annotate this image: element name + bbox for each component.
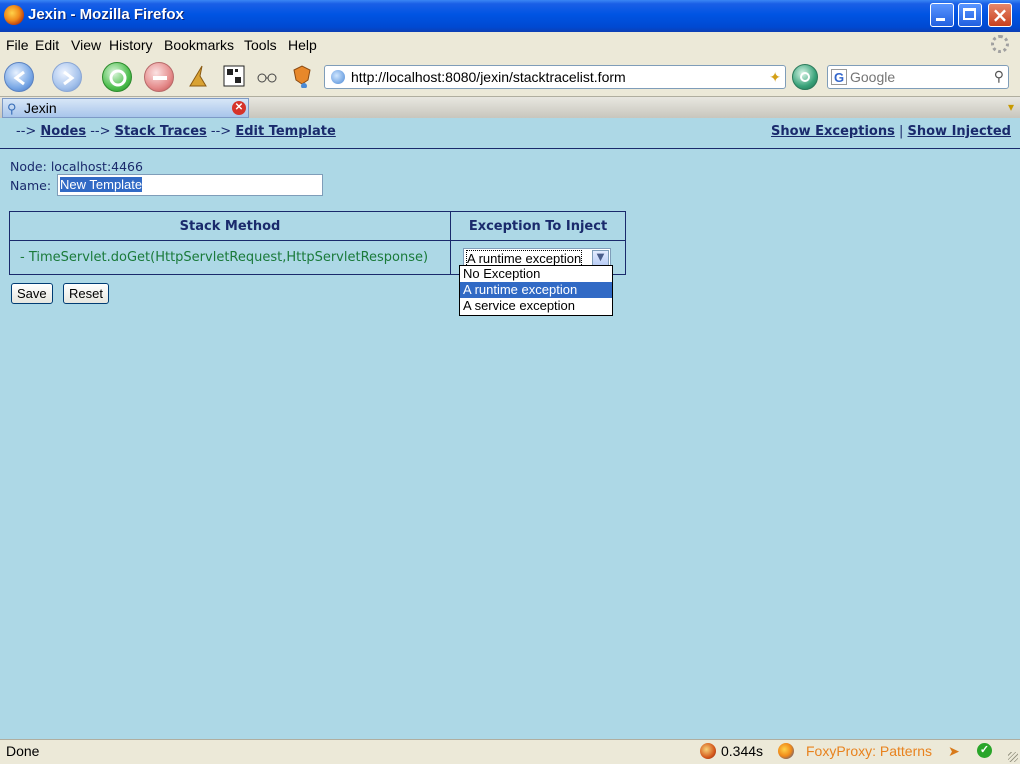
- page-icon: ⚲: [7, 101, 17, 116]
- breadcrumb-link-nodes[interactable]: Nodes: [40, 124, 86, 139]
- browser-window: Jexin - Mozilla Firefox × File Edit View…: [0, 0, 1020, 764]
- name-input-value: New Template: [60, 177, 143, 192]
- exception-dropdown-list: No Exception A runtime exception A servi…: [459, 265, 613, 316]
- name-label: Name:: [10, 178, 52, 193]
- foxyproxy-fox-icon[interactable]: ➤: [948, 743, 960, 760]
- name-input[interactable]: New Template: [57, 174, 323, 196]
- breadcrumb: --> Nodes --> Stack Traces --> Edit Temp…: [16, 124, 336, 139]
- globe-icon: [331, 70, 345, 84]
- load-time: 0.344s: [721, 743, 764, 759]
- tab-bar: ⚲ Jexin ✕ ▾: [0, 96, 1020, 118]
- menu-edit[interactable]: Edit: [35, 37, 59, 53]
- throbber-icon: [991, 35, 1009, 53]
- stop-icon: [153, 76, 167, 80]
- minimize-button[interactable]: [930, 3, 954, 27]
- close-icon: ×: [991, 3, 1009, 27]
- menu-file[interactable]: File: [6, 37, 29, 53]
- resize-grip-icon[interactable]: [1008, 752, 1018, 762]
- column-header-exception-to-inject: Exception To Inject: [450, 211, 626, 241]
- menu-help[interactable]: Help: [288, 37, 317, 53]
- stack-method-cell: - TimeServlet.doGet(HttpServletRequest,H…: [9, 240, 451, 275]
- dropdown-option-runtime-exception[interactable]: A runtime exception: [460, 282, 612, 298]
- foxyproxy-icon[interactable]: [290, 64, 314, 88]
- maximize-button[interactable]: [958, 3, 982, 27]
- firefox-logo-icon: [4, 5, 24, 25]
- search-box[interactable]: G ⚲: [827, 65, 1009, 89]
- back-arrow-icon: [13, 70, 25, 86]
- reset-button[interactable]: Reset: [63, 283, 109, 304]
- breadcrumb-arrow: -->: [210, 124, 232, 139]
- reload-icon: [109, 69, 127, 87]
- close-tab-icon[interactable]: ✕: [232, 101, 246, 115]
- menu-bookmarks[interactable]: Bookmarks: [164, 37, 234, 53]
- breadcrumb-arrow: -->: [16, 124, 37, 139]
- divider: [0, 148, 1020, 149]
- node-value: localhost:4466: [50, 159, 143, 174]
- back-button[interactable]: [4, 62, 34, 92]
- reload-button[interactable]: [102, 62, 132, 92]
- forward-button[interactable]: [52, 62, 82, 92]
- top-links: Show Exceptions | Show Injected: [771, 124, 1011, 139]
- tab-jexin[interactable]: ⚲ Jexin ✕: [2, 98, 249, 118]
- search-input[interactable]: [850, 68, 970, 86]
- broom-icon[interactable]: [186, 64, 210, 88]
- glasses-icon[interactable]: [255, 64, 279, 88]
- firefox-status-icon[interactable]: [778, 743, 794, 759]
- menu-view[interactable]: View: [71, 37, 101, 53]
- breadcrumb-link-edit-template[interactable]: Edit Template: [235, 124, 335, 139]
- title-bar: Jexin - Mozilla Firefox ×: [0, 0, 1020, 32]
- tab-label: Jexin: [24, 100, 57, 116]
- menu-bar: File Edit View History Bookmarks Tools H…: [0, 32, 1020, 58]
- close-window-button[interactable]: ×: [988, 3, 1012, 27]
- google-icon[interactable]: G: [831, 69, 847, 85]
- bookmark-star-icon[interactable]: ✦: [769, 69, 781, 86]
- show-injected-link[interactable]: Show Injected: [908, 124, 1012, 139]
- foxyproxy-status[interactable]: FoxyProxy: Patterns: [806, 743, 932, 759]
- tab-list-arrow-icon[interactable]: ▾: [1008, 100, 1014, 114]
- window-title: Jexin - Mozilla Firefox: [28, 6, 184, 23]
- node-info: Node: localhost:4466: [10, 159, 143, 174]
- forward-arrow-icon: [63, 70, 75, 86]
- dropdown-option-service-exception[interactable]: A service exception: [460, 298, 612, 314]
- column-header-stack-method: Stack Method: [9, 211, 451, 241]
- breadcrumb-arrow: -->: [90, 124, 111, 139]
- show-exceptions-link[interactable]: Show Exceptions: [771, 124, 895, 139]
- chevron-down-icon[interactable]: ▼: [592, 249, 609, 266]
- save-button[interactable]: Save: [11, 283, 53, 304]
- timer-icon[interactable]: [700, 743, 716, 759]
- check-icon[interactable]: ✓: [977, 743, 992, 758]
- status-bar: Done 0.344s FoxyProxy: Patterns ➤ ✓: [0, 739, 1020, 764]
- page-content: --> Nodes --> Stack Traces --> Edit Temp…: [0, 118, 1020, 739]
- qr-code-icon[interactable]: [222, 64, 246, 88]
- exception-select-value: A runtime exception: [465, 249, 583, 267]
- menu-history[interactable]: History: [109, 37, 153, 53]
- dropdown-option-no-exception[interactable]: No Exception: [460, 266, 612, 282]
- node-label: Node:: [10, 159, 47, 174]
- url-text[interactable]: http://localhost:8080/jexin/stacktraceli…: [351, 69, 626, 85]
- link-separator: |: [898, 124, 904, 139]
- search-icon[interactable]: ⚲: [994, 68, 1004, 85]
- breadcrumb-link-stack-traces[interactable]: Stack Traces: [115, 124, 207, 139]
- menu-tools[interactable]: Tools: [244, 37, 277, 53]
- url-bar[interactable]: http://localhost:8080/jexin/stacktraceli…: [324, 65, 786, 89]
- go-button[interactable]: [792, 64, 818, 90]
- stop-button[interactable]: [144, 62, 174, 92]
- status-text: Done: [6, 743, 40, 759]
